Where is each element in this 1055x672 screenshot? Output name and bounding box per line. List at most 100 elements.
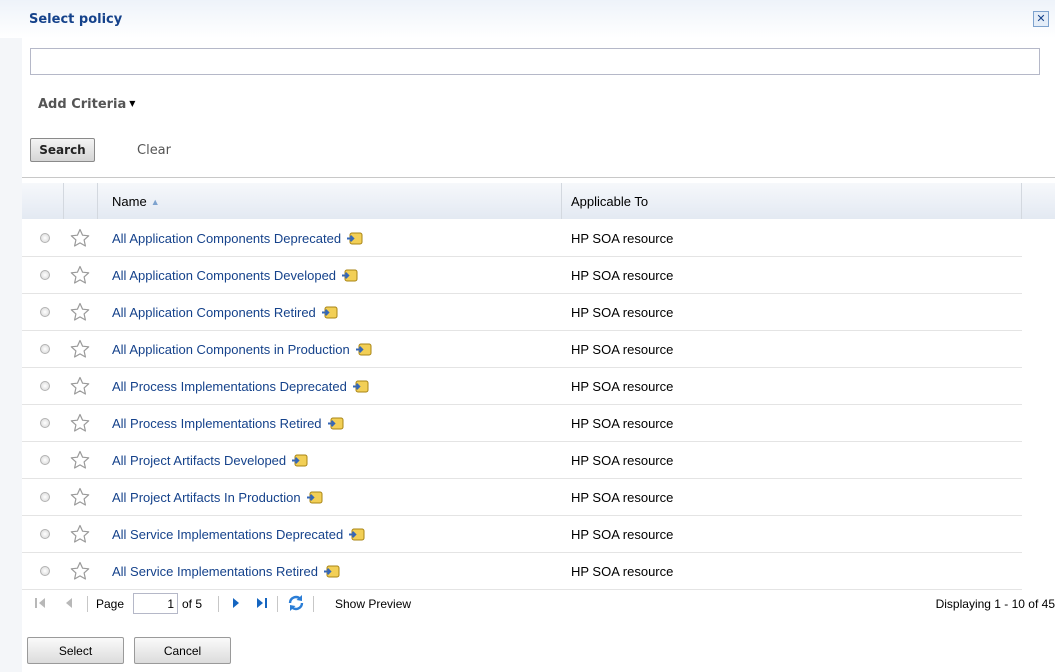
- column-header-name[interactable]: Name ▲: [98, 183, 562, 219]
- star-icon[interactable]: [70, 376, 90, 396]
- table-row[interactable]: All Application Components Retired HP SO…: [22, 294, 1022, 331]
- policy-name: All Project Artifacts In Production: [112, 490, 301, 505]
- star-icon[interactable]: [70, 413, 90, 433]
- policy-name: All Application Components in Production: [112, 342, 350, 357]
- policy-name: All Service Implementations Deprecated: [112, 527, 344, 542]
- table-row[interactable]: All Project Artifacts Developed HP SOA r…: [22, 442, 1022, 479]
- policy-name-link[interactable]: All Application Components in Production: [112, 342, 372, 357]
- table-row[interactable]: All Application Components Developed HP …: [22, 257, 1022, 294]
- row-radio[interactable]: [40, 455, 50, 465]
- grid-header: Name ▲ Applicable To: [22, 183, 1055, 219]
- policy-details-icon[interactable]: [341, 269, 358, 283]
- search-button[interactable]: Search: [30, 138, 95, 162]
- policy-name-link[interactable]: All Process Implementations Retired: [112, 416, 344, 431]
- policy-name: All Service Implementations Retired: [112, 564, 318, 579]
- select-button[interactable]: Select: [27, 637, 124, 664]
- policy-name-link[interactable]: All Process Implementations Deprecated: [112, 379, 369, 394]
- row-radio[interactable]: [40, 307, 50, 317]
- policy-name: All Application Components Deprecated: [112, 231, 342, 246]
- column-header-name-label: Name: [112, 194, 147, 209]
- policy-details-icon[interactable]: [346, 232, 363, 246]
- refresh-icon[interactable]: [286, 593, 306, 613]
- policy-name-link[interactable]: All Project Artifacts Developed: [112, 453, 308, 468]
- star-icon[interactable]: [70, 487, 90, 507]
- table-row[interactable]: All Service Implementations Retired HP S…: [22, 553, 1022, 590]
- cancel-button[interactable]: Cancel: [134, 637, 231, 664]
- sort-ascending-icon: ▲: [150, 197, 160, 207]
- show-preview-button[interactable]: Show Preview: [335, 597, 411, 611]
- page-label: Page: [96, 597, 125, 611]
- row-radio[interactable]: [40, 381, 50, 391]
- policy-details-icon[interactable]: [352, 380, 369, 394]
- dialog-title: Select policy: [29, 12, 123, 27]
- policy-name-link[interactable]: All Project Artifacts In Production: [112, 490, 323, 505]
- policy-details-icon[interactable]: [291, 454, 308, 468]
- star-icon[interactable]: [70, 339, 90, 359]
- star-icon[interactable]: [70, 524, 90, 544]
- add-criteria-label: Add Criteria: [38, 97, 127, 112]
- policy-name: All Project Artifacts Developed: [112, 453, 287, 468]
- applicable-to-value: HP SOA resource: [571, 231, 674, 246]
- first-page-icon[interactable]: [34, 596, 46, 610]
- close-icon[interactable]: ✕: [1033, 11, 1049, 27]
- row-radio[interactable]: [40, 270, 50, 280]
- applicable-to-value: HP SOA resource: [571, 342, 674, 357]
- table-row[interactable]: All Service Implementations Deprecated H…: [22, 516, 1022, 553]
- applicable-to-value: HP SOA resource: [571, 268, 674, 283]
- star-icon[interactable]: [70, 302, 90, 322]
- policy-name-link[interactable]: All Application Components Developed: [112, 268, 358, 283]
- policy-name-link[interactable]: All Application Components Deprecated: [112, 231, 363, 246]
- column-header-applicable-to[interactable]: Applicable To: [562, 183, 1022, 219]
- applicable-to-value: HP SOA resource: [571, 379, 674, 394]
- table-row[interactable]: All Process Implementations Deprecated H…: [22, 368, 1022, 405]
- applicable-to-value: HP SOA resource: [571, 527, 674, 542]
- policy-details-icon[interactable]: [323, 565, 340, 579]
- policy-details-icon[interactable]: [306, 491, 323, 505]
- header-favorite-cell: [64, 183, 98, 219]
- policy-details-icon[interactable]: [355, 343, 372, 357]
- policy-name: All Process Implementations Retired: [112, 416, 322, 431]
- star-icon[interactable]: [70, 265, 90, 285]
- policy-name-link[interactable]: All Application Components Retired: [112, 305, 338, 320]
- row-radio[interactable]: [40, 418, 50, 428]
- previous-page-icon[interactable]: [65, 596, 73, 610]
- clear-button[interactable]: Clear: [137, 143, 171, 158]
- row-radio[interactable]: [40, 566, 50, 576]
- policy-name: All Application Components Retired: [112, 305, 316, 320]
- table-row[interactable]: All Process Implementations Retired HP S…: [22, 405, 1022, 442]
- star-icon[interactable]: [70, 561, 90, 581]
- star-icon[interactable]: [70, 228, 90, 248]
- policy-details-icon[interactable]: [348, 528, 365, 542]
- page-count-label: of 5: [182, 597, 203, 611]
- policy-grid: Name ▲ Applicable To All Application Comp…: [22, 177, 1055, 590]
- policy-name-link[interactable]: All Service Implementations Deprecated: [112, 527, 365, 542]
- applicable-to-value: HP SOA resource: [571, 305, 674, 320]
- row-radio[interactable]: [40, 233, 50, 243]
- policy-details-icon[interactable]: [321, 306, 338, 320]
- applicable-to-value: HP SOA resource: [571, 416, 674, 431]
- table-row[interactable]: All Project Artifacts In Production HP S…: [22, 479, 1022, 516]
- applicable-to-value: HP SOA resource: [571, 453, 674, 468]
- table-row[interactable]: All Application Components Deprecated HP…: [22, 220, 1022, 257]
- applicable-to-value: HP SOA resource: [571, 564, 674, 579]
- last-page-icon[interactable]: [256, 596, 268, 610]
- pagination-toolbar: Page of 5 Show Preview Displaying 1 - 10…: [22, 588, 1055, 618]
- pager-separator: [87, 596, 88, 612]
- policy-details-icon[interactable]: [327, 417, 344, 431]
- table-row[interactable]: All Application Components in Production…: [22, 331, 1022, 368]
- add-criteria-dropdown[interactable]: Add Criteria ▼: [38, 97, 135, 112]
- search-input[interactable]: [30, 48, 1040, 75]
- row-radio[interactable]: [40, 344, 50, 354]
- displaying-info: Displaying 1 - 10 of 45: [935, 597, 1055, 611]
- star-icon[interactable]: [70, 450, 90, 470]
- policy-name-link[interactable]: All Service Implementations Retired: [112, 564, 340, 579]
- applicable-to-value: HP SOA resource: [571, 490, 674, 505]
- pager-separator: [218, 596, 219, 612]
- next-page-icon[interactable]: [232, 596, 240, 610]
- page-number-input[interactable]: [133, 593, 178, 614]
- row-radio[interactable]: [40, 529, 50, 539]
- row-radio[interactable]: [40, 492, 50, 502]
- caret-down-icon: ▼: [129, 99, 136, 108]
- policy-name: All Application Components Developed: [112, 268, 337, 283]
- header-select-cell: [22, 183, 64, 219]
